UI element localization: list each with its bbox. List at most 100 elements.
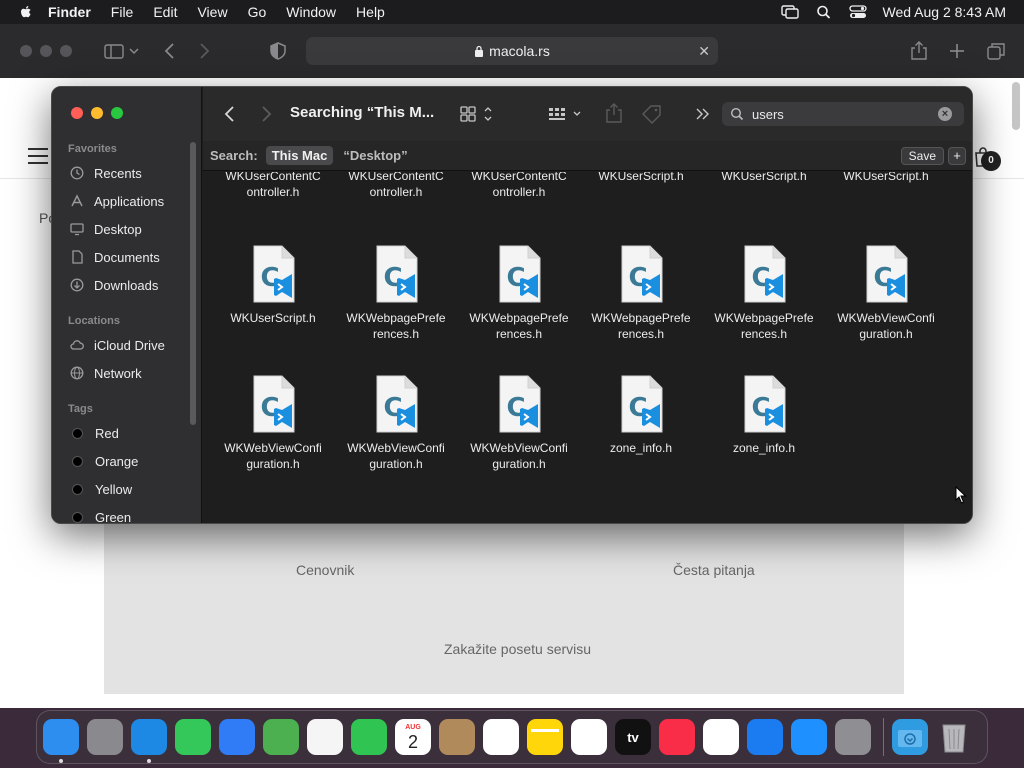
dock-maps-icon[interactable] [263,719,299,755]
sidebar-item-downloads[interactable]: Downloads [70,274,158,296]
dock-notes-icon[interactable] [527,719,563,755]
dock-downloads-folder-icon[interactable] [892,719,928,755]
address-bar[interactable]: macola.rs ✕ [306,37,718,65]
dock-trash-icon[interactable] [936,719,972,755]
add-criteria-button[interactable]: + [948,147,966,165]
dock-music-icon[interactable] [659,719,695,755]
dock-freeform-icon[interactable] [571,719,607,755]
dock-contacts-icon[interactable] [439,719,475,755]
menu-go[interactable]: Go [248,4,267,20]
sidebar-tag-orange[interactable]: Orange [70,450,138,472]
tv-label: tv [627,729,639,745]
chevron-down-icon[interactable] [128,41,140,61]
menu-window[interactable]: Window [286,4,336,20]
dock-calendar-icon[interactable]: AUG 2 [395,719,431,755]
dock-system-settings-icon[interactable] [835,719,871,755]
tab-overview-icon[interactable] [986,41,1006,61]
file-item[interactable]: CWKUserContentController.h [459,172,579,200]
sidebar-item-label: Network [94,365,142,381]
dock-safari-icon[interactable] [131,719,167,763]
file-item[interactable]: Czone_info.h [704,374,824,456]
file-item[interactable]: C WKWebpagePrefe rences.h [704,244,824,342]
spotlight-search-icon[interactable] [815,5,833,19]
file-item[interactable]: C WKWebViewConfi guration.h [459,374,579,472]
dock-tv-icon[interactable]: tv [615,719,651,755]
menu-view[interactable]: View [197,4,227,20]
scope-this-mac-button[interactable]: This Mac [265,146,334,165]
file-name-line: guration.h [859,327,913,341]
dock-news-icon[interactable] [703,719,739,755]
forward-arrow-icon[interactable] [259,105,273,123]
file-name-line: rences.h [740,327,788,341]
dock-facetime-icon[interactable] [351,719,387,755]
sidebar-item-recents[interactable]: Recents [70,162,142,184]
dock-photos-icon[interactable] [307,719,343,755]
file-item[interactable]: C WKWebpagePrefe rences.h [336,244,456,342]
share-icon[interactable] [605,102,623,124]
tag-icon[interactable] [640,104,664,124]
back-arrow-icon[interactable] [223,105,237,123]
cart-count-badge: 0 [981,151,1001,171]
file-item[interactable]: C WKWebViewConfi guration.h [336,374,456,472]
link-pricing[interactable]: Cenovnik [296,562,354,578]
file-item[interactable]: C WKWebpagePrefe rences.h [581,244,701,342]
view-mode-grid-icon[interactable] [459,104,495,124]
toolbar-overflow-chevron-icon[interactable] [695,106,711,122]
dock-app-store-icon[interactable] [791,719,827,755]
minimize-window-button[interactable] [91,107,103,119]
link-book-service[interactable]: Zakažite posetu servisu [444,641,591,657]
menu-file[interactable]: File [111,4,134,20]
file-item[interactable]: CWKUserScript.h [581,172,701,184]
file-item[interactable]: C WKWebViewConfi guration.h [826,244,946,342]
dock-launchpad-icon[interactable] [87,719,123,755]
sidebar-scrollbar[interactable] [190,142,196,425]
web-hamburger-menu-icon[interactable] [28,148,48,164]
web-scrollbar[interactable] [1012,82,1020,130]
file-item[interactable]: C WKWebViewConfi guration.h [213,374,333,472]
sidebar-item-icloud-drive[interactable]: iCloud Drive [70,334,165,356]
dock-reminders-icon[interactable] [483,719,519,755]
sidebar-tag-red[interactable]: Red [70,422,119,444]
screen-mirroring-icon[interactable] [780,5,799,19]
zoom-window-button[interactable] [111,107,123,119]
file-item[interactable]: CWKUserScript.h [826,172,946,184]
finder-search-input[interactable]: users × [722,102,964,126]
sidebar-tag-green[interactable]: Green [70,506,131,523]
file-item[interactable]: Czone_info.h [581,374,701,456]
share-icon[interactable] [910,41,928,61]
link-faq[interactable]: Česta pitanja [673,562,755,578]
close-window-button[interactable] [71,107,83,119]
clear-search-icon[interactable]: × [938,107,952,121]
dock-mail-icon[interactable] [219,719,255,755]
sidebar-item-applications[interactable]: Applications [70,190,164,212]
close-tab-icon[interactable]: ✕ [698,43,710,60]
save-search-button[interactable]: Save [900,147,944,165]
file-item[interactable]: CWKUserContentController.h [336,172,456,200]
file-item[interactable]: CWKUserScript.h [213,244,333,326]
menu-bar-clock[interactable]: Wed Aug 2 8:43 AM [883,4,1007,20]
file-item[interactable]: C WKWebpagePrefe rences.h [459,244,579,342]
dock-finder-icon[interactable] [43,719,79,763]
group-by-icon[interactable] [547,104,585,124]
forward-arrow-icon[interactable] [194,41,214,61]
sidebar-item-desktop[interactable]: Desktop [70,218,142,240]
scope-desktop-button[interactable]: “Desktop” [343,148,407,163]
apple-menu-icon[interactable] [18,4,34,20]
new-tab-plus-icon[interactable] [948,41,966,61]
safari-traffic-lights[interactable] [20,45,72,57]
menu-edit[interactable]: Edit [153,4,177,20]
back-arrow-icon[interactable] [160,41,180,61]
dock-keynote-icon[interactable] [747,719,783,755]
file-item[interactable]: CWKUserScript.h [704,172,824,184]
file-name-line: ontroller.h [492,185,546,199]
sidebar-toggle-icon[interactable] [104,41,124,61]
menu-app-finder[interactable]: Finder [48,4,91,20]
control-center-icon[interactable] [848,5,867,19]
sidebar-item-network[interactable]: Network [70,362,142,384]
sidebar-tag-yellow[interactable]: Yellow [70,478,132,500]
privacy-shield-icon[interactable] [268,41,288,61]
dock-messages-icon[interactable] [175,719,211,755]
menu-help[interactable]: Help [356,4,385,20]
file-item[interactable]: CWKUserContentController.h [213,172,333,200]
sidebar-item-documents[interactable]: Documents [70,246,160,268]
